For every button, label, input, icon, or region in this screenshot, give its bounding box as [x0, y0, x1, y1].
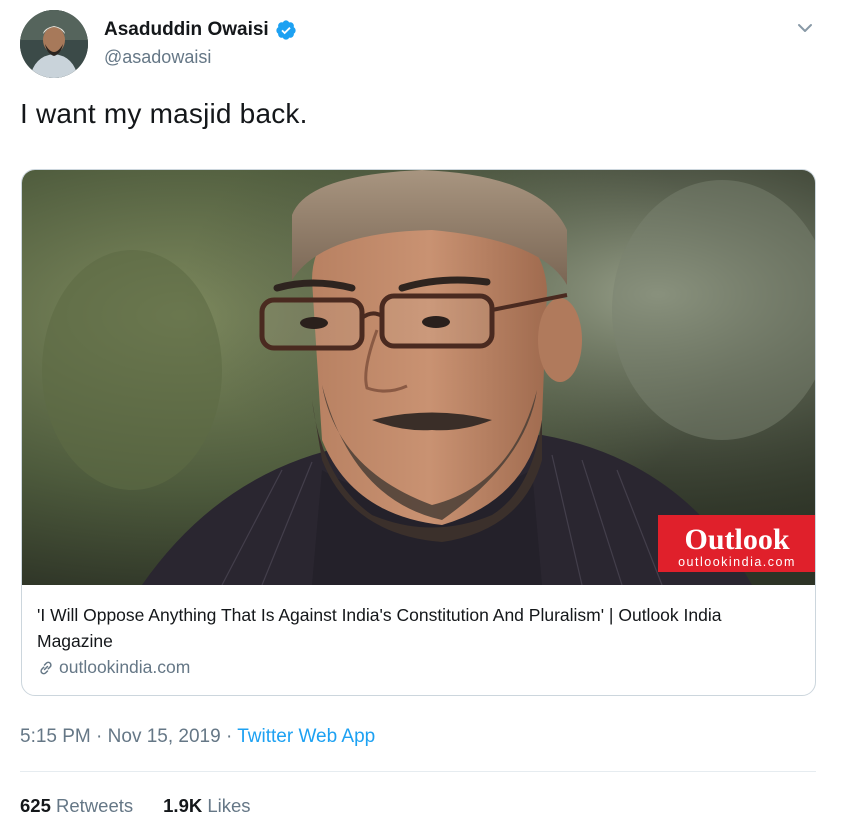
meta-separator: ·: [96, 726, 103, 747]
card-domain-text[interactable]: outlookindia.com: [59, 657, 190, 678]
tweet: Asaduddin Owaisi @asadowaisi I want my m…: [0, 0, 850, 835]
author-name[interactable]: Asaduddin Owaisi: [104, 19, 297, 41]
engagement-stats: 625 Retweets 1.9K Likes: [20, 795, 251, 817]
card-title[interactable]: 'I Will Oppose Anything That Is Against …: [37, 602, 797, 654]
source-app-link[interactable]: Twitter Web App: [237, 726, 375, 747]
divider: [20, 771, 816, 772]
tweet-text: I want my masjid back.: [20, 98, 308, 129]
retweets-stat[interactable]: 625 Retweets: [20, 795, 133, 817]
verified-badge-icon: [276, 20, 296, 40]
author-name-text[interactable]: Asaduddin Owaisi: [104, 19, 269, 41]
chevron-down-icon[interactable]: [795, 18, 815, 38]
tweet-time[interactable]: 5:15 PM: [20, 726, 91, 747]
retweets-count: 625: [20, 795, 51, 816]
retweets-label: Retweets: [56, 795, 134, 816]
avatar[interactable]: [20, 10, 88, 78]
likes-stat[interactable]: 1.9K Likes: [163, 795, 250, 817]
link-card[interactable]: Outlook outlookindia.com 'I Will Oppose …: [21, 169, 816, 696]
meta-separator: ·: [225, 726, 233, 747]
likes-label: Likes: [207, 795, 251, 816]
tweet-metadata: 5:15 PM · Nov 15, 2019 · Twitter Web App: [20, 726, 375, 748]
author-handle[interactable]: @asadowaisi: [104, 47, 211, 68]
card-image[interactable]: Outlook outlookindia.com: [22, 170, 815, 585]
card-domain[interactable]: outlookindia.com: [37, 657, 190, 678]
likes-count: 1.9K: [163, 795, 203, 816]
outlook-badge-domain: outlookindia.com: [678, 555, 796, 569]
tweet-date[interactable]: Nov 15, 2019: [108, 726, 221, 747]
link-icon: [40, 661, 52, 674]
outlook-badge-brand: Outlook: [684, 523, 789, 556]
